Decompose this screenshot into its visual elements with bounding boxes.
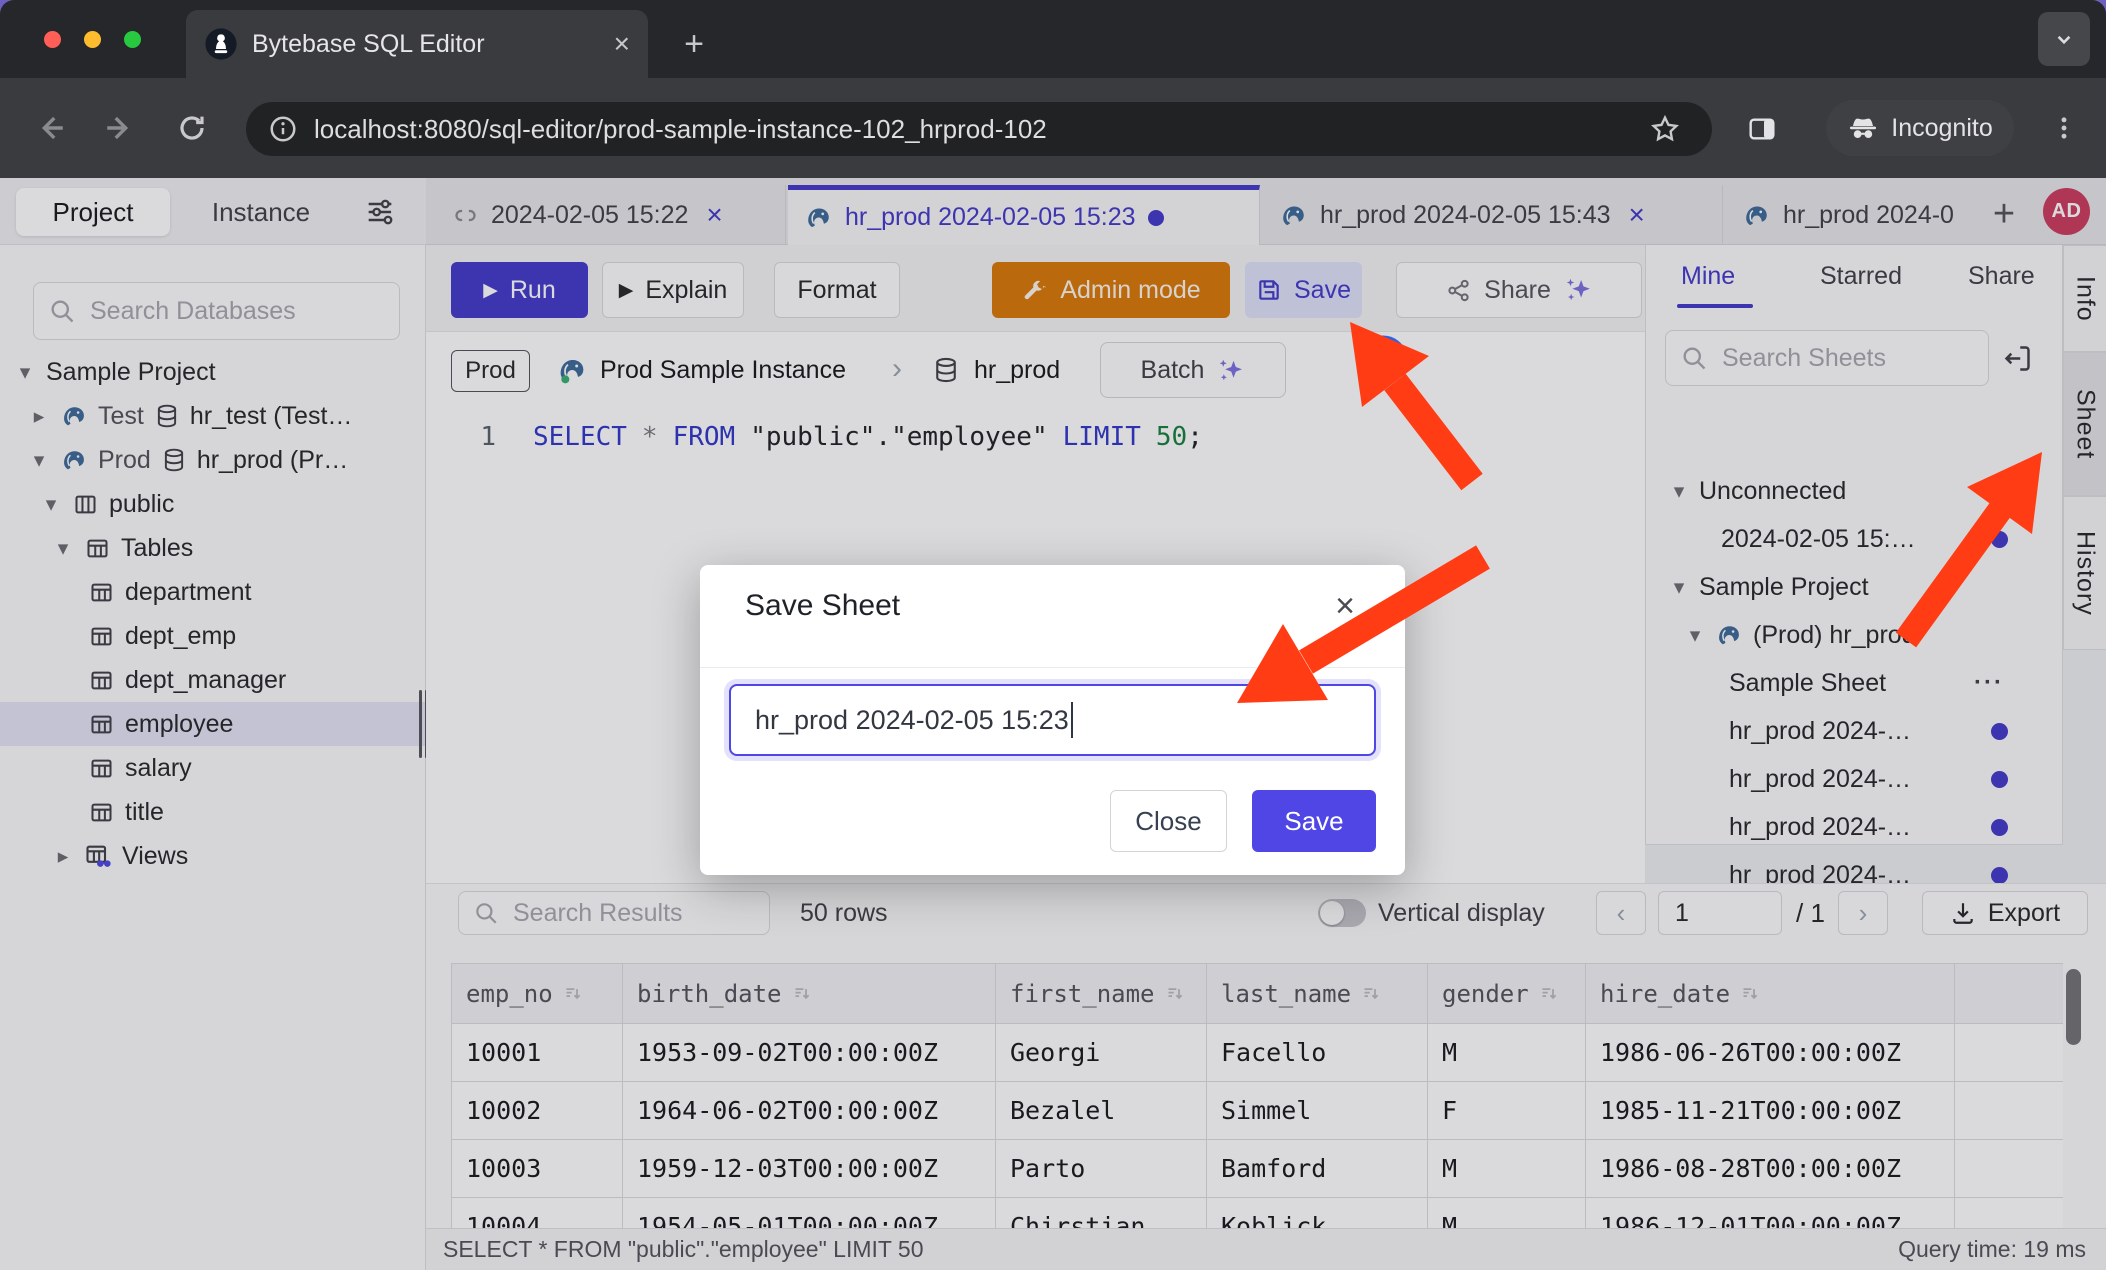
sheet-name-value: hr_prod 2024-02-05 15:23 xyxy=(755,705,1069,736)
dialog-close-button[interactable]: Close xyxy=(1110,790,1227,852)
back-arrow-icon xyxy=(33,111,67,145)
incognito-label: Incognito xyxy=(1891,114,1992,143)
browser-tab-close-icon[interactable]: × xyxy=(614,28,630,60)
bookmark-button[interactable] xyxy=(1640,102,1690,156)
traffic-light-minimize[interactable] xyxy=(84,31,101,48)
side-panel-button[interactable] xyxy=(1736,102,1788,156)
screen: Bytebase SQL Editor × + localhost:8080/s… xyxy=(0,0,2106,1270)
traffic-light-zoom[interactable] xyxy=(124,31,141,48)
text-caret xyxy=(1071,702,1074,738)
browser-reload-button[interactable] xyxy=(168,104,216,152)
browser-forward-button[interactable] xyxy=(96,104,144,152)
save-sheet-dialog: Save Sheet × hr_prod 2024-02-05 15:23 Cl… xyxy=(700,565,1405,875)
dial og-divider xyxy=(700,667,1405,668)
traffic-light-close[interactable] xyxy=(44,31,61,48)
side-panel-icon xyxy=(1746,113,1778,145)
reload-icon xyxy=(176,112,208,144)
browser-menu-button[interactable] xyxy=(2042,104,2086,152)
kebab-menu-icon xyxy=(2050,114,2078,142)
sheet-name-input[interactable]: hr_prod 2024-02-05 15:23 xyxy=(729,684,1376,756)
dialog-save-button[interactable]: Save xyxy=(1252,790,1376,852)
chevron-down-icon xyxy=(2051,26,2077,52)
bytebase-favicon xyxy=(204,27,238,61)
site-info-icon[interactable] xyxy=(268,114,298,144)
star-icon xyxy=(1649,113,1681,145)
incognito-badge: Incognito xyxy=(1826,100,2014,156)
url-bar[interactable]: localhost:8080/sql-editor/prod-sample-in… xyxy=(246,102,1712,156)
new-browser-tab-button[interactable]: + xyxy=(672,22,716,66)
browser-tab-title: Bytebase SQL Editor xyxy=(252,30,600,59)
browser-chrome: Bytebase SQL Editor × + localhost:8080/s… xyxy=(0,0,2106,178)
url-text: localhost:8080/sql-editor/prod-sample-in… xyxy=(314,114,1047,145)
incognito-icon xyxy=(1847,112,1879,144)
dialog-title: Save Sheet xyxy=(745,589,900,623)
dialog-close-icon[interactable]: × xyxy=(1335,589,1355,623)
browser-tab[interactable]: Bytebase SQL Editor × xyxy=(186,10,648,78)
tab-search-chevron-button[interactable] xyxy=(2038,12,2090,66)
forward-arrow-icon xyxy=(103,111,137,145)
browser-back-button[interactable] xyxy=(26,104,74,152)
